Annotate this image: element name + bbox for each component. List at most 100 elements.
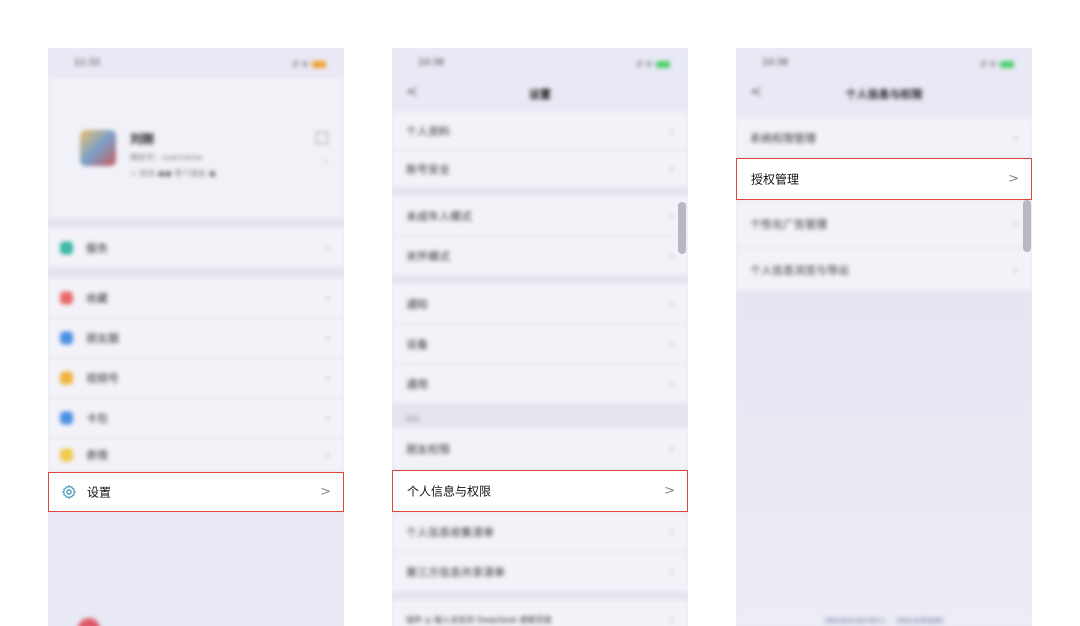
page-title: 设置: [529, 88, 551, 101]
personal-info-permissions-highlighted[interactable]: 个人信息与权限 >: [392, 470, 688, 512]
row-label: 朋友权限: [406, 442, 450, 456]
avatar[interactable]: [80, 130, 116, 166]
chevron-right-icon: ›: [669, 524, 674, 539]
battery-icon: [1000, 61, 1014, 68]
empty-area: [736, 292, 1032, 626]
menu-item-label: 视频号: [86, 371, 119, 385]
chevron-right-icon: >: [320, 484, 331, 500]
menu-item-stickers[interactable]: 表情 ›: [48, 438, 344, 472]
row-label: 设备: [406, 337, 428, 351]
menu-item-channels[interactable]: 视频号 ›: [48, 358, 344, 398]
row-label: 关怀模式: [406, 249, 450, 263]
cards-icon: [60, 411, 73, 424]
chevron-right-icon: ›: [669, 161, 674, 176]
status-bar: 11:33 ıl ᯤ: [48, 48, 344, 78]
status-icons: ıl ᯤ: [637, 57, 670, 70]
privacy-links[interactable]: 《微信隐私保护指引》 《隐私政策摘要》: [736, 616, 1032, 626]
qr-code-icon[interactable]: [316, 132, 328, 144]
chevron-right-icon: ›: [325, 447, 330, 462]
favorites-icon: [60, 291, 73, 304]
status-bar: 10:38 ıl ᯤ: [736, 48, 1032, 78]
bottom-tab-icon[interactable]: [78, 618, 100, 626]
section-label: 隐私: [406, 415, 420, 423]
settings-row[interactable]: 设备 ›: [392, 324, 688, 364]
profile-status[interactable]: + 状态 ●● 等个朋友 ●: [130, 168, 216, 179]
phone-panel-me: 11:33 ıl ᯤ 刘刚 微信号：username + 状态 ●● 等个朋友 …: [48, 48, 344, 626]
chevron-right-icon: ›: [669, 123, 674, 138]
scrollbar[interactable]: [678, 202, 686, 254]
settings-row[interactable]: 个人信息收集清单 ›: [392, 512, 688, 552]
status-icons: ıl ᯤ: [981, 57, 1014, 70]
settings-row[interactable]: 个人资料 ›: [392, 112, 688, 150]
section-header: 隐私: [392, 404, 688, 428]
settings-item-highlighted[interactable]: 设置 >: [48, 472, 344, 512]
phone-panel-personal-info: 10:38 ıl ᯤ < 个人信息与权限 系统权限管理 › 个性化广告管理 › 个人…: [736, 48, 1032, 626]
profile-id: 微信号：username: [130, 153, 202, 162]
chevron-right-icon: >: [1008, 171, 1019, 187]
battery-icon: [656, 61, 670, 68]
chevron-right-icon: >: [664, 483, 675, 499]
nav-bar: < 设置: [392, 78, 688, 108]
menu-item-label: 表情: [86, 448, 108, 462]
settings-row[interactable]: 插件 ◎ 输入法支持 DeepSeek 搜索百度 ›: [392, 600, 688, 626]
row-label: 插件 ◎ 输入法支持 DeepSeek 搜索百度: [406, 615, 552, 624]
stickers-icon: [60, 448, 73, 461]
chevron-right-icon: ›: [669, 441, 674, 456]
settings-row[interactable]: 朋友权限 ›: [392, 428, 688, 470]
settings-row[interactable]: 通用 ›: [392, 364, 688, 404]
phone-panel-settings: 10:38 ıl ᯤ < 设置 个人资料 › 账号安全 › 未成年人模式 › 关怀模式…: [392, 48, 688, 626]
status-icons: ıl ᯤ: [293, 57, 326, 70]
settings-row[interactable]: 个人信息浏览与导出 ›: [736, 248, 1032, 292]
gear-icon: [62, 485, 76, 499]
chevron-right-icon: ›: [669, 248, 674, 263]
row-label: 账号安全: [406, 162, 450, 176]
chevron-right-icon: ›: [325, 290, 330, 305]
chevron-right-icon: ›: [1013, 216, 1018, 231]
row-label: 通用: [406, 377, 428, 391]
menu-item-favorites[interactable]: 收藏 ›: [48, 278, 344, 318]
settings-row[interactable]: 未成年人模式 ›: [392, 196, 688, 236]
chevron-right-icon: ›: [325, 240, 330, 255]
menu-item-services[interactable]: 服务 ›: [48, 228, 344, 268]
channels-icon: [60, 371, 73, 384]
signal-icon: ıl ᯤ: [292, 60, 309, 70]
menu-item-label: 服务: [86, 241, 108, 255]
menu-item-label: 收藏: [86, 291, 108, 305]
menu-item-moments[interactable]: 朋友圈 ›: [48, 318, 344, 358]
settings-label: 设置: [87, 485, 112, 500]
chevron-right-icon: ›: [669, 564, 674, 579]
row-label: 个人资料: [406, 124, 450, 138]
chevron-right-icon: ›: [1013, 262, 1018, 277]
settings-row[interactable]: 个性化广告管理 ›: [736, 200, 1032, 248]
battery-icon: [312, 61, 326, 68]
row-label: 第三方信息共享清单: [406, 565, 505, 579]
authorization-management-highlighted[interactable]: 授权管理 >: [736, 158, 1032, 200]
status-bar: 10:38 ıl ᯤ: [392, 48, 688, 78]
status-time: 11:33: [74, 58, 100, 68]
chevron-right-icon: ›: [669, 376, 674, 391]
section-gap: [48, 268, 344, 278]
row-label: 个人信息浏览与导出: [750, 263, 849, 277]
services-icon: [60, 241, 73, 254]
row-label: 未成年人模式: [406, 209, 472, 223]
signal-icon: ıl ᯤ: [980, 60, 997, 70]
chevron-right-icon: ›: [669, 208, 674, 223]
profile-card[interactable]: 刘刚 微信号：username + 状态 ●● 等个朋友 ● ›: [48, 78, 344, 218]
row-label: 个性化广告管理: [750, 217, 827, 231]
menu-item-cards[interactable]: 卡包 ›: [48, 398, 344, 438]
chevron-right-icon: ›: [669, 336, 674, 351]
settings-row[interactable]: 账号安全 ›: [392, 150, 688, 188]
scrollbar[interactable]: [1023, 200, 1031, 252]
menu-item-label: 卡包: [86, 411, 108, 425]
settings-row[interactable]: 关怀模式 ›: [392, 236, 688, 276]
page-title: 个人信息与权限: [845, 88, 923, 101]
settings-row[interactable]: 第三方信息共享清单 ›: [392, 552, 688, 592]
section-gap: [392, 188, 688, 196]
chevron-right-icon: ›: [325, 370, 330, 385]
profile-name: 刘刚: [130, 132, 155, 146]
chevron-right-icon: ›: [669, 612, 674, 626]
row-label: 系统权限管理: [750, 131, 816, 145]
settings-row[interactable]: 通知 ›: [392, 284, 688, 324]
section-gap: [392, 276, 688, 284]
settings-row[interactable]: 系统权限管理 ›: [736, 118, 1032, 158]
